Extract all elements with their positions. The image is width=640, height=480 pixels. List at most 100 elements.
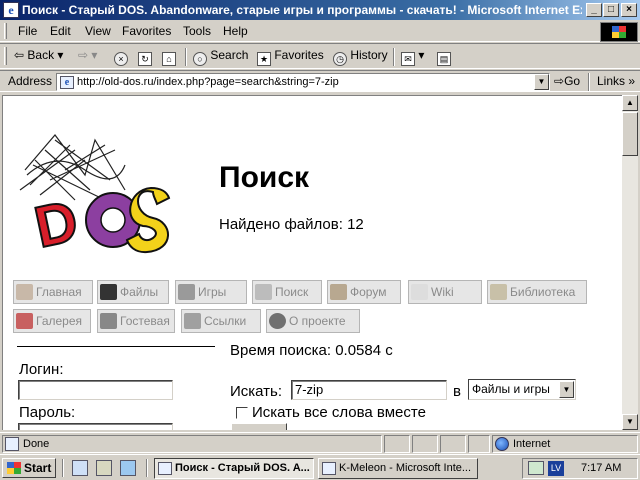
refresh-button[interactable]: ↻ <box>138 48 152 66</box>
links-button[interactable]: Links » <box>597 74 635 88</box>
divider <box>17 346 215 347</box>
scroll-down-icon[interactable]: ▼ <box>622 414 638 430</box>
mail-icon: ✉ <box>401 52 415 66</box>
task-button-kmeleon[interactable]: K-Meleon - Microsoft Inte... <box>318 458 478 479</box>
nav-guestbook-button[interactable]: Гостевая <box>97 309 175 333</box>
print-button[interactable]: ▤ <box>437 48 451 66</box>
menu-view[interactable]: View <box>85 24 111 38</box>
nav-games-button[interactable]: Игры <box>175 280 247 304</box>
search-label: Search <box>210 48 249 62</box>
nav-label: Форум <box>350 285 387 299</box>
search-button[interactable]: ○ Search <box>193 48 248 66</box>
menu-edit[interactable]: Edit <box>50 24 71 38</box>
maximize-icon[interactable]: □ <box>603 3 619 17</box>
menu-favorites[interactable]: Favorites <box>122 24 171 38</box>
menu-tools[interactable]: Tools <box>183 24 211 38</box>
nav-search-button[interactable]: Поиск <box>252 280 322 304</box>
forward-button[interactable]: ⇨ ▾ <box>78 48 97 62</box>
login-input[interactable] <box>18 380 173 400</box>
ie-page-icon <box>158 462 172 475</box>
task-button-ie[interactable]: Поиск - Старый DOS. A... <box>154 458 314 479</box>
history-label: History <box>350 48 388 62</box>
nav-links-button[interactable]: Ссылки <box>181 309 261 333</box>
nav-label: Гостевая <box>120 314 170 328</box>
ms-dos-logo: D <box>19 134 171 261</box>
links-label: Links <box>597 74 626 88</box>
scroll-thumb[interactable] <box>622 112 638 156</box>
mail-button[interactable]: ✉ ▾ <box>401 48 424 66</box>
password-input[interactable] <box>18 423 173 430</box>
info-icon <box>269 313 286 329</box>
ie-page-icon: e <box>60 76 74 89</box>
search-type-value: Файлы и игры <box>472 382 550 396</box>
nav-about-button[interactable]: О проекте <box>266 309 360 333</box>
scroll-up-icon[interactable]: ▲ <box>622 95 638 111</box>
status-panel <box>440 435 466 453</box>
magnifier-icon <box>255 284 272 300</box>
toolbar-separator <box>588 73 590 91</box>
ie-page-icon: e <box>3 2 19 18</box>
page-content: D Поиск Найдено файлов: 12 Главная Файлы… <box>2 95 622 430</box>
nav-library-button[interactable]: Библиотека <box>487 280 587 304</box>
desktop-quicklaunch-icon[interactable] <box>120 460 136 476</box>
history-button[interactable]: ◷ History <box>333 48 388 66</box>
outlook-quicklaunch-icon[interactable] <box>96 460 112 476</box>
home-icon: ⌂ <box>162 52 176 66</box>
search-label: Искать: <box>230 383 283 400</box>
standard-toolbar: ⇦ Back ▾ ⇨ ▾ × ↻ ⌂ ○ Search ★ Favorites … <box>0 43 640 69</box>
in-label: в <box>453 383 461 400</box>
nav-home-button[interactable]: Главная <box>13 280 93 304</box>
nav-gallery-button[interactable]: Галерея <box>13 309 91 333</box>
menu-file[interactable]: File <box>18 24 37 38</box>
nav-label: Игры <box>198 285 227 299</box>
nav-label: Галерея <box>36 314 83 328</box>
all-words-checkbox[interactable] <box>236 407 248 419</box>
menu-help[interactable]: Help <box>223 24 248 38</box>
go-button[interactable]: ⇨Go <box>554 74 580 88</box>
status-panel <box>468 435 490 453</box>
stop-button[interactable]: × <box>114 48 128 66</box>
ie-quicklaunch-icon[interactable] <box>72 460 88 476</box>
terminal-icon <box>100 284 117 300</box>
nav-label: Файлы <box>120 285 159 299</box>
taskbar-separator <box>62 459 64 477</box>
status-bar: Done Internet <box>0 432 640 454</box>
nav-label: Главная <box>36 285 82 299</box>
system-tray: LV 7:17 AM <box>522 458 638 479</box>
address-input[interactable]: e http://old-dos.ru/index.php?page=searc… <box>56 73 550 91</box>
vertical-scrollbar[interactable]: ▲ ▼ <box>622 95 638 430</box>
kmeleon-icon <box>322 462 336 475</box>
go-label: Go <box>564 74 581 88</box>
clock[interactable]: 7:17 AM <box>581 462 621 474</box>
windows-logo-icon <box>600 22 638 42</box>
nav-files-button[interactable]: Файлы <box>97 280 169 304</box>
home-icon <box>16 284 33 300</box>
toolbar-separator <box>393 48 395 66</box>
start-button[interactable]: Start <box>2 458 56 478</box>
back-arrow-icon: ⇦ <box>14 48 25 62</box>
gallery-icon <box>16 313 33 329</box>
language-indicator[interactable]: LV <box>548 461 564 476</box>
svg-text:D: D <box>29 188 83 260</box>
ie-page-icon <box>5 437 19 451</box>
password-label: Пароль: <box>19 404 76 421</box>
close-icon[interactable]: × <box>621 3 637 17</box>
nav-label: Ссылки <box>204 314 247 328</box>
home-button[interactable]: ⌂ <box>162 48 176 66</box>
back-button[interactable]: ⇦ Back ▾ <box>14 48 63 62</box>
menu-bar: File Edit View Favorites Tools Help <box>0 20 640 42</box>
search-input[interactable]: 7-zip <box>291 380 447 400</box>
search-type-select[interactable]: Файлы и игры ▼ <box>468 379 576 400</box>
search-submit-button[interactable] <box>231 423 287 430</box>
nav-wiki-button[interactable]: Wiki <box>408 280 482 304</box>
search-icon: ○ <box>193 52 207 66</box>
nav-forum-button[interactable]: Форум <box>327 280 401 304</box>
task-label: Поиск - Старый DOS. A... <box>175 462 310 474</box>
minimize-icon[interactable]: _ <box>586 3 602 17</box>
network-icon[interactable] <box>528 461 544 475</box>
address-dropdown-button[interactable]: ▼ <box>534 74 549 90</box>
title-bar[interactable]: e Поиск - Старый DOS. Abandonware, стары… <box>0 0 640 20</box>
favorites-button[interactable]: ★ Favorites <box>257 48 324 66</box>
book-icon <box>490 284 507 300</box>
login-label: Логин: <box>19 361 64 378</box>
